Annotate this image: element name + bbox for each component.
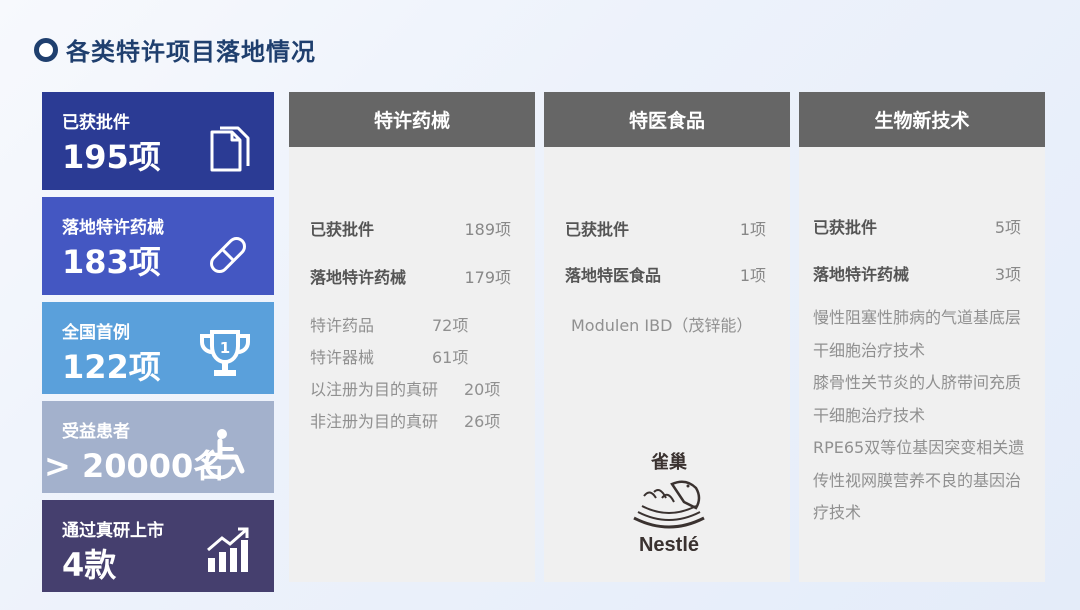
detail-row: 非注册为目的真研 26项 — [310, 408, 500, 432]
trophy-icon: 1 — [200, 330, 250, 376]
title-bullet-icon — [34, 37, 58, 62]
stat-value: 183项 — [62, 243, 161, 281]
stat-value: 195项 — [62, 138, 161, 176]
tech-list: 慢性阻塞性肺病的气道基底层干细胞治疗技术 膝骨性关节炎的人脐带间充质干细胞治疗技… — [813, 302, 1035, 530]
summary-row: 已获批件 189项 — [310, 216, 511, 240]
row-value: 5项 — [994, 218, 1021, 237]
row-value: 1项 — [739, 220, 766, 239]
page-title: 各类特许项目落地情况 — [66, 38, 316, 66]
product-name: Modulen IBD（茂锌能） — [571, 316, 753, 335]
row-label: 落地特许药械 — [310, 268, 407, 287]
panel-biotech: 生物新技术 已获批件 5项 落地特许药械 3项 慢性阻塞性肺病的气道基底层干细胞… — [799, 92, 1045, 582]
nestle-logo: 雀巢 Nestlé — [626, 448, 712, 562]
tech-item: RPE65双等位基因突变相关遗传性视网膜营养不良的基因治疗技术 — [813, 438, 1025, 522]
growth-chart-icon — [207, 527, 249, 572]
detail-value: 26项 — [464, 412, 501, 431]
row-value: 1项 — [739, 266, 766, 285]
tech-item: 慢性阻塞性肺病的气道基底层干细胞治疗技术 — [813, 308, 1022, 360]
logo-cn-text: 雀巢 — [651, 452, 687, 473]
stat-card-national-first: 全国首例 122项 1 — [42, 302, 274, 394]
summary-row: 落地特许药械 179项 — [310, 264, 511, 288]
panel-header: 生物新技术 — [799, 92, 1045, 147]
stat-label: 受益患者 — [62, 422, 130, 442]
detail-row: 特许器械 61项 — [310, 344, 468, 368]
detail-row: 特许药品 72项 — [310, 312, 468, 336]
tech-item: 膝骨性关节炎的人脐带间充质干细胞治疗技术 — [813, 373, 1022, 425]
pill-icon — [210, 237, 246, 273]
summary-row: 落地特许药械 3项 — [813, 261, 1021, 285]
detail-label: 特许药品 — [310, 316, 375, 335]
stat-label: 落地特许药械 — [62, 218, 164, 238]
row-value: 179项 — [464, 268, 511, 287]
stat-value: 122项 — [62, 348, 161, 386]
row-value: 3项 — [994, 265, 1021, 284]
summary-row: 落地特医食品 1项 — [565, 262, 766, 286]
row-label: 落地特医食品 — [565, 266, 662, 285]
stat-card-patients: 受益患者 > 20000名 — [42, 401, 274, 493]
detail-label: 特许器械 — [310, 348, 375, 367]
panel-special-medical-food: 特医食品 已获批件 1项 落地特医食品 1项 Modulen IBD（茂锌能） … — [544, 92, 790, 582]
stat-card-marketed: 通过真研上市 4款 — [42, 500, 274, 592]
summary-row: 已获批件 5项 — [813, 214, 1021, 238]
logo-en-text: Nestlé — [638, 534, 700, 556]
row-label: 已获批件 — [310, 220, 375, 239]
stat-value: 4款 — [62, 546, 117, 584]
panel-special-drugs-devices: 特许药械 已获批件 189项 落地特许药械 179项 特许药品 72项 特许器械… — [289, 92, 535, 582]
detail-row: 以注册为目的真研 20项 — [310, 376, 500, 400]
stat-label: 通过真研上市 — [62, 521, 164, 541]
detail-label: 非注册为目的真研 — [310, 412, 439, 431]
stat-label: 已获批件 — [62, 113, 130, 133]
summary-row: 已获批件 1项 — [565, 216, 766, 240]
stat-value: > 20000名 — [44, 447, 226, 485]
stat-label: 全国首例 — [62, 323, 130, 343]
page-title-group: 各类特许项目落地情况 — [34, 32, 316, 67]
stat-card-approvals: 已获批件 195项 — [42, 92, 274, 190]
svg-text:1: 1 — [220, 339, 230, 357]
row-label: 落地特许药械 — [813, 265, 910, 284]
row-label: 已获批件 — [813, 218, 878, 237]
panel-header: 特许药械 — [289, 92, 535, 147]
detail-value: 20项 — [464, 380, 501, 399]
document-copy-icon — [210, 126, 250, 172]
stat-card-landed: 落地特许药械 183项 — [42, 197, 274, 295]
detail-value: 61项 — [432, 348, 469, 367]
detail-value: 72项 — [432, 316, 469, 335]
panel-header: 特医食品 — [544, 92, 790, 147]
nest-birds-icon — [633, 480, 705, 529]
accessibility-icon — [204, 429, 245, 479]
row-label: 已获批件 — [565, 220, 630, 239]
row-value: 189项 — [464, 220, 511, 239]
detail-label: 以注册为目的真研 — [310, 380, 439, 399]
